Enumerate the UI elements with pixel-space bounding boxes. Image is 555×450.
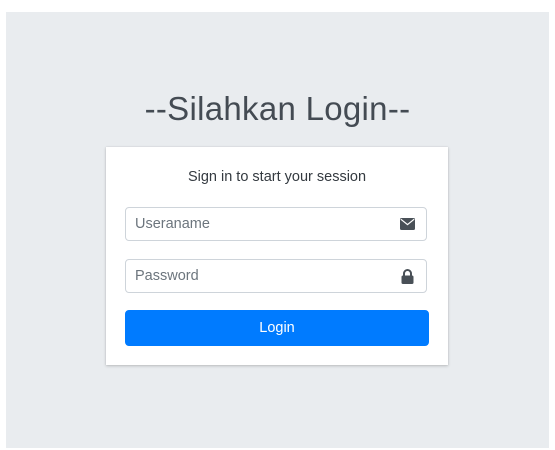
password-field-group bbox=[125, 259, 427, 293]
envelope-icon bbox=[388, 208, 426, 240]
login-card: Sign in to start your session Login bbox=[106, 147, 448, 365]
username-input[interactable] bbox=[126, 208, 388, 240]
lock-icon bbox=[388, 260, 426, 292]
password-input[interactable] bbox=[126, 260, 388, 292]
login-box-message: Sign in to start your session bbox=[187, 169, 367, 185]
username-field-group bbox=[125, 207, 427, 241]
login-button[interactable]: Login bbox=[125, 310, 429, 346]
page-title: --Silahkan Login-- bbox=[144, 90, 411, 127]
